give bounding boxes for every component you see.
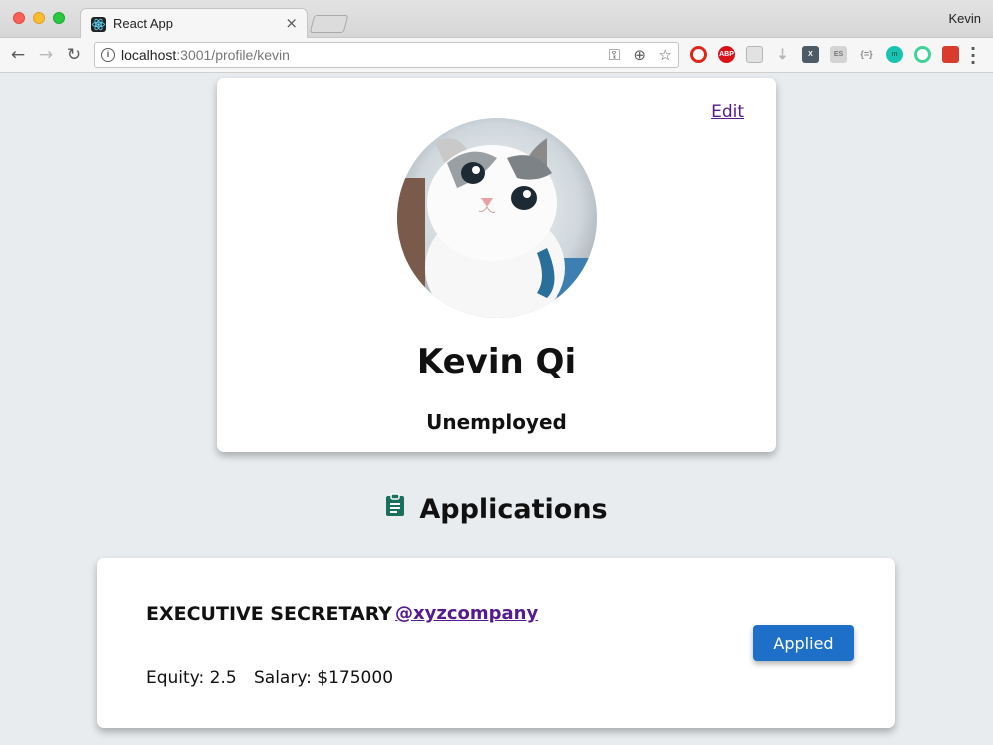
adblock-plus-icon[interactable]: ABP xyxy=(718,46,735,63)
browser-toolbar: ← → ↻ i localhost:3001/profile/kevin ⚿ ⊕… xyxy=(0,38,993,73)
tab-close-icon[interactable]: × xyxy=(285,14,298,32)
salary-text: Salary: $175000 xyxy=(254,668,394,688)
job-title: EXECUTIVE SECRETARY xyxy=(146,603,393,625)
window-maximize-icon[interactable] xyxy=(53,12,65,24)
page-viewport: Edit Kevin Qi Unemployed Applications EX… xyxy=(0,74,993,745)
key-icon[interactable]: ⚿ xyxy=(609,46,620,64)
tab-react-app[interactable]: React App × xyxy=(80,8,308,39)
download-extension-icon[interactable]: ⇣ xyxy=(774,46,791,63)
clipboard-icon xyxy=(385,493,405,524)
bookmark-star-icon[interactable]: ☆ xyxy=(659,46,672,64)
x-extension-icon[interactable]: X xyxy=(802,46,819,63)
zoom-icon[interactable]: ⊕ xyxy=(633,46,646,64)
window-minimize-icon[interactable] xyxy=(33,12,45,24)
opera-extension-icon[interactable] xyxy=(690,46,707,63)
application-card: EXECUTIVE SECRETARY @xyzcompany Equity: … xyxy=(97,558,895,728)
address-bar[interactable]: i localhost:3001/profile/kevin ⚿ ⊕ ☆ xyxy=(94,42,679,68)
browser-titlebar: React App × Kevin xyxy=(0,0,993,39)
new-tab-button[interactable] xyxy=(309,15,349,33)
m-extension-icon[interactable]: m xyxy=(886,46,903,63)
tab-title: React App xyxy=(113,16,173,31)
react-icon xyxy=(91,17,106,32)
equity-text: Equity: 2.5 xyxy=(146,668,237,688)
info-icon[interactable]: i xyxy=(101,48,115,62)
edit-profile-link[interactable]: Edit xyxy=(711,102,744,122)
profile-name: Kevin Qi xyxy=(416,342,577,382)
applied-button[interactable]: Applied xyxy=(753,625,854,661)
cube-extension-icon[interactable] xyxy=(746,46,763,63)
json-extension-icon[interactable]: {=} xyxy=(858,46,875,63)
browser-profile-name[interactable]: Kevin xyxy=(948,11,981,26)
red-extension-icon[interactable] xyxy=(942,46,959,63)
applications-heading: Applications xyxy=(0,493,993,526)
reload-icon[interactable]: ↻ xyxy=(63,44,85,66)
company-link[interactable]: @xyzcompany xyxy=(395,603,538,624)
back-icon[interactable]: ← xyxy=(7,44,29,66)
window-close-icon[interactable] xyxy=(13,12,25,24)
profile-status: Unemployed xyxy=(426,410,567,434)
applications-heading-text: Applications xyxy=(419,494,608,525)
forward-icon[interactable]: → xyxy=(35,44,57,66)
profile-card: Edit Kevin Qi Unemployed xyxy=(217,78,776,452)
es-extension-icon[interactable]: ES xyxy=(830,46,847,63)
url-text[interactable]: localhost:3001/profile/kevin xyxy=(121,47,290,63)
ring-extension-icon[interactable] xyxy=(914,46,931,63)
avatar xyxy=(397,118,597,318)
browser-menu-icon[interactable]: · · · xyxy=(968,41,978,71)
